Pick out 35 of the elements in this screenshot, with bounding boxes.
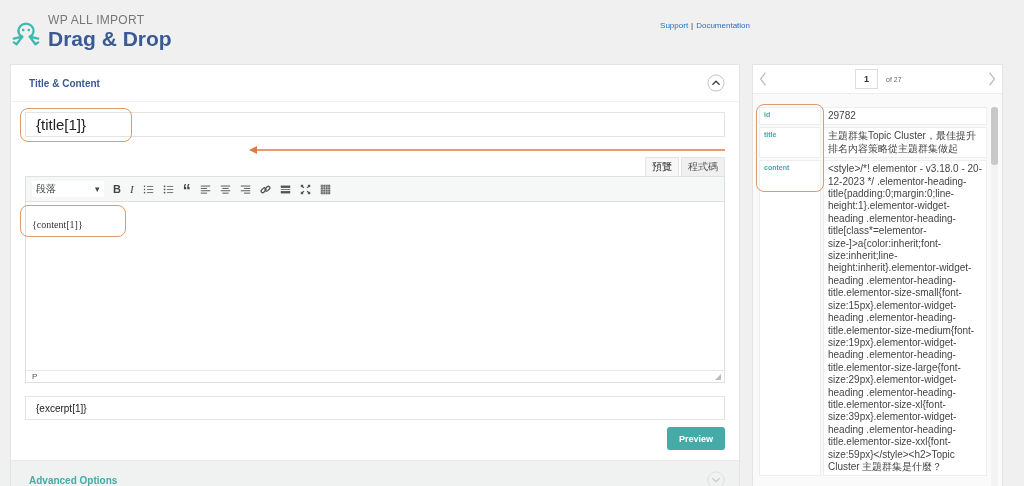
panel-title: Title & Content: [29, 77, 100, 89]
support-link[interactable]: Support: [660, 21, 689, 30]
blockquote-button[interactable]: “: [182, 183, 191, 195]
link-icon[interactable]: [259, 183, 271, 195]
fullscreen-icon[interactable]: [299, 183, 311, 195]
italic-button[interactable]: I: [129, 183, 134, 195]
expand-toggle-icon[interactable]: [707, 471, 725, 486]
bullet-list-icon[interactable]: [142, 183, 154, 195]
resize-handle-icon[interactable]: [715, 373, 721, 380]
editor-tab[interactable]: 預覽: [645, 157, 679, 176]
scrollbar[interactable]: [991, 107, 998, 486]
title-input-field[interactable]: {title[1]}: [25, 112, 725, 137]
align-left-icon[interactable]: [199, 183, 211, 195]
field-value-cell: <style>/*! elementor - v3.18.0 - 20-12-2023 */ .elementor-heading-title{padding:0;margin:0;line-height:1}.elementor-widget-heading .elementor-heading-title[class*=elementor-size-]>a{color:inherit;font-size:inherit;line-height:inherit}.elementor-widget-heading .elementor-heading-title.elementor-size-small{font-size:15px}.elementor-widget-heading .elementor-heading-title.elementor-size-medium{font-size:19px}.elementor-widget-heading .elementor-heading-title.elementor-size-large{font-size:29px}.elementor-widget-heading .elementor-heading-title.elementor-size-xl{font-size:39px}.elementor-widget-heading .elementor-heading-title.elementor-size-xxl{font-size:59px}</style><h2>Topic Cluster 主題群集是什麼？: [823, 160, 987, 477]
page-number-field[interactable]: 1: [855, 69, 878, 89]
link-separator: |: [691, 21, 694, 30]
editor-tab[interactable]: 程式碼: [681, 157, 725, 176]
numbered-list-icon[interactable]: [162, 183, 174, 195]
bold-button[interactable]: B: [113, 183, 121, 195]
field-value-cell: 29782: [823, 107, 987, 126]
brand-subtitle: WP ALL IMPORT: [48, 14, 146, 26]
advanced-options-title: Advanced Options: [29, 474, 118, 486]
read-more-icon[interactable]: [279, 183, 291, 195]
content-text: {content[1]}: [32, 219, 83, 230]
align-right-icon[interactable]: [239, 183, 251, 195]
element-path: P: [32, 372, 38, 381]
excerpt-input-field[interactable]: {excerpt[1]}: [25, 396, 725, 420]
align-center-icon[interactable]: [219, 183, 231, 195]
field-value-cell: 主題群集Topic Cluster，最佳提升排名內容策略從主題群集做起: [823, 127, 987, 159]
toolbar-toggle-icon[interactable]: [319, 183, 331, 195]
brand-title: Drag & Drop: [48, 28, 172, 49]
format-select[interactable]: 段落 ▾: [32, 181, 104, 197]
collapse-toggle-icon[interactable]: [707, 74, 725, 92]
caret-icon: ▾: [95, 184, 100, 194]
documentation-link[interactable]: Documentation: [696, 21, 750, 30]
